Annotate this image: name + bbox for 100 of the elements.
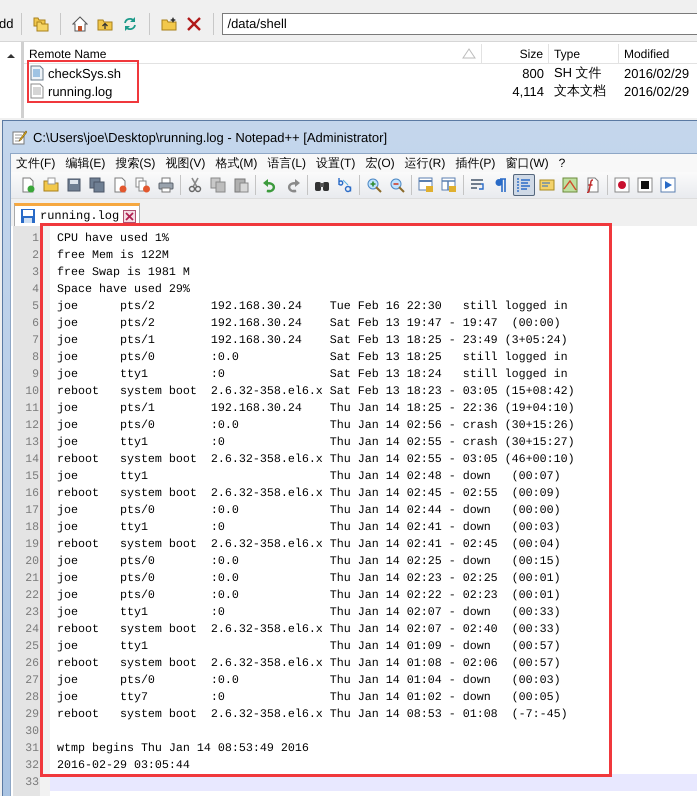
menu-item[interactable]: ? — [558, 156, 566, 170]
save-all-icon — [89, 177, 105, 193]
line-number: 25 — [24, 639, 40, 655]
stop-icon — [637, 177, 653, 193]
record-icon — [614, 177, 630, 193]
folders-icon — [33, 16, 50, 32]
code-line: Space have used 29% — [56, 281, 191, 298]
code-line: joe pts/2 192.168.30.24 Sat Feb 13 19:47 - 19:47 (00:00) — [56, 315, 562, 332]
home-icon — [72, 16, 88, 32]
line-number: 2 — [31, 248, 40, 264]
close-all-icon — [135, 177, 151, 193]
folder-icon — [43, 177, 59, 193]
line-number: 14 — [24, 452, 40, 468]
line-number: 5 — [31, 299, 40, 315]
new-folder-icon — [161, 16, 178, 32]
line-number: 4 — [31, 282, 40, 298]
close-file-icon — [112, 177, 128, 193]
line-number: 27 — [24, 673, 40, 689]
code-line: joe pts/0 :0.0 Thu Jan 14 02:25 - down (00:15) — [56, 553, 562, 570]
zoom-out-icon — [389, 177, 405, 193]
replace-icon — [337, 177, 353, 193]
code-line: reboot system boot 2.6.32-358.el6.x Thu Jan 14 02:45 - 02:55 (00:09) — [56, 485, 562, 502]
menu-item[interactable]: 格式(M) — [215, 154, 258, 172]
line-number: 7 — [31, 333, 40, 349]
line-number: 8 — [31, 350, 40, 366]
file-name[interactable]: running.log — [48, 84, 112, 98]
code-line: wtmp begins Thu Jan 14 08:53:49 2016 — [56, 740, 310, 757]
map-icon — [562, 177, 578, 193]
file-date: 2016/02/29 — [624, 84, 690, 98]
line-number: 22 — [24, 588, 40, 604]
column-header[interactable]: Size — [482, 44, 549, 63]
file-type: 文本文档 — [554, 82, 606, 100]
play-icon — [660, 177, 676, 193]
code-line: joe tty1 :0 Sat Feb 13 18:24 still logged in — [56, 366, 569, 383]
paste-icon — [233, 177, 249, 193]
column-header[interactable]: Remote Name — [24, 44, 482, 63]
menu-item[interactable]: 插件(P) — [455, 154, 496, 172]
column-header[interactable]: Modified — [619, 44, 697, 63]
menu-item[interactable]: 语言(L) — [267, 154, 306, 172]
menu-item[interactable]: 宏(O) — [365, 154, 395, 172]
line-number: 29 — [24, 707, 40, 723]
document-icon — [539, 177, 555, 193]
menu-item[interactable]: 运行(R) — [404, 154, 446, 172]
close-icon[interactable] — [123, 210, 136, 222]
code-line: reboot system boot 2.6.32-358.el6.x Thu Jan 14 08:53 - 01:08 (-7:-45) — [56, 706, 569, 723]
code-line: free Swap is 1981 M — [56, 264, 191, 281]
path-field[interactable]: /data/shell — [222, 12, 697, 34]
line-number: 28 — [24, 690, 40, 706]
menu-item[interactable]: 编辑(E) — [65, 154, 106, 172]
line-number: 17 — [24, 503, 40, 519]
line-number: 23 — [24, 605, 40, 621]
save-icon — [66, 177, 82, 193]
menu-item[interactable]: 窗口(W) — [505, 154, 549, 172]
code-line: reboot system boot 2.6.32-358.el6.x Thu Jan 14 02:07 - 02:40 (00:33) — [56, 621, 562, 638]
line-number: 26 — [24, 656, 40, 672]
menu-item[interactable]: 设置(T) — [316, 154, 356, 172]
code-line: joe pts/0 :0.0 Thu Jan 14 02:56 - crash (30+15:26) — [56, 417, 576, 434]
code-line: reboot system boot 2.6.32-358.el6.x Thu Jan 14 02:41 - 02:45 (00:04) — [56, 536, 562, 553]
column-header[interactable]: Type — [549, 44, 619, 63]
scissors-icon — [187, 177, 203, 193]
menu-item[interactable]: 搜索(S) — [115, 154, 156, 172]
code-line: 2016-02-29 03:05:44 — [56, 757, 191, 774]
line-number: 24 — [24, 622, 40, 638]
line-number: 20 — [24, 554, 40, 570]
indent-guide-button[interactable] — [513, 174, 535, 196]
scroll-up-icon[interactable] — [6, 52, 16, 60]
line-number: 1 — [31, 231, 40, 247]
menu-item[interactable]: 文件(F) — [16, 154, 56, 172]
code-line: joe tty1 :0 Thu Jan 14 02:07 - down (00:33) — [56, 604, 562, 621]
copy-icon — [210, 177, 226, 193]
code-line: joe pts/1 192.168.30.24 Thu Jan 14 18:25 - 22:36 (19+04:10) — [56, 400, 576, 417]
window-title: C:\Users\joe\Desktop\running.log - Notepad++ [Administrator] — [33, 130, 388, 144]
pilcrow-icon — [493, 177, 509, 193]
file-name[interactable]: checkSys.sh — [48, 66, 121, 80]
line-number: 6 — [31, 316, 40, 332]
code-line: reboot system boot 2.6.32-358.el6.x Thu Jan 14 02:55 - 03:05 (46+00:10) — [56, 451, 576, 468]
save-icon — [20, 208, 36, 224]
split-lock-icon — [418, 177, 434, 193]
file-tab[interactable]: running.log — [14, 203, 140, 226]
line-number: 18 — [24, 520, 40, 536]
function-list-icon — [585, 177, 601, 193]
code-line: joe tty7 :0 Thu Jan 14 01:02 - down (00:05) — [56, 689, 562, 706]
menu-item[interactable]: 视图(V) — [165, 154, 206, 172]
line-number: 9 — [31, 367, 40, 383]
line-number: 33 — [24, 775, 40, 791]
line-number: 21 — [24, 571, 40, 587]
split-lock-icon — [441, 177, 457, 193]
code-line: joe pts/0 :0.0 Sat Feb 13 18:25 still logged in — [56, 349, 569, 366]
file-date: 2016/02/29 — [624, 66, 690, 80]
undo-icon — [262, 177, 278, 193]
code-line: joe pts/1 192.168.30.24 Sat Feb 13 18:25 - 23:49 (3+05:24) — [56, 332, 569, 349]
code-line: joe tty1 :0 Thu Jan 14 02:55 - crash (30+15:27) — [56, 434, 576, 451]
line-number: 10 — [24, 384, 40, 400]
zoom-in-icon — [366, 177, 382, 193]
line-number: 11 — [24, 401, 40, 417]
line-number: 30 — [24, 724, 40, 740]
code-line: joe tty1 Thu Jan 14 01:09 - down (00:57) — [56, 638, 562, 655]
tab-label: running.log — [40, 209, 120, 223]
delete-icon — [186, 16, 202, 32]
code-line: joe pts/0 :0.0 Thu Jan 14 02:22 - 02:23 (00:01) — [56, 587, 562, 604]
